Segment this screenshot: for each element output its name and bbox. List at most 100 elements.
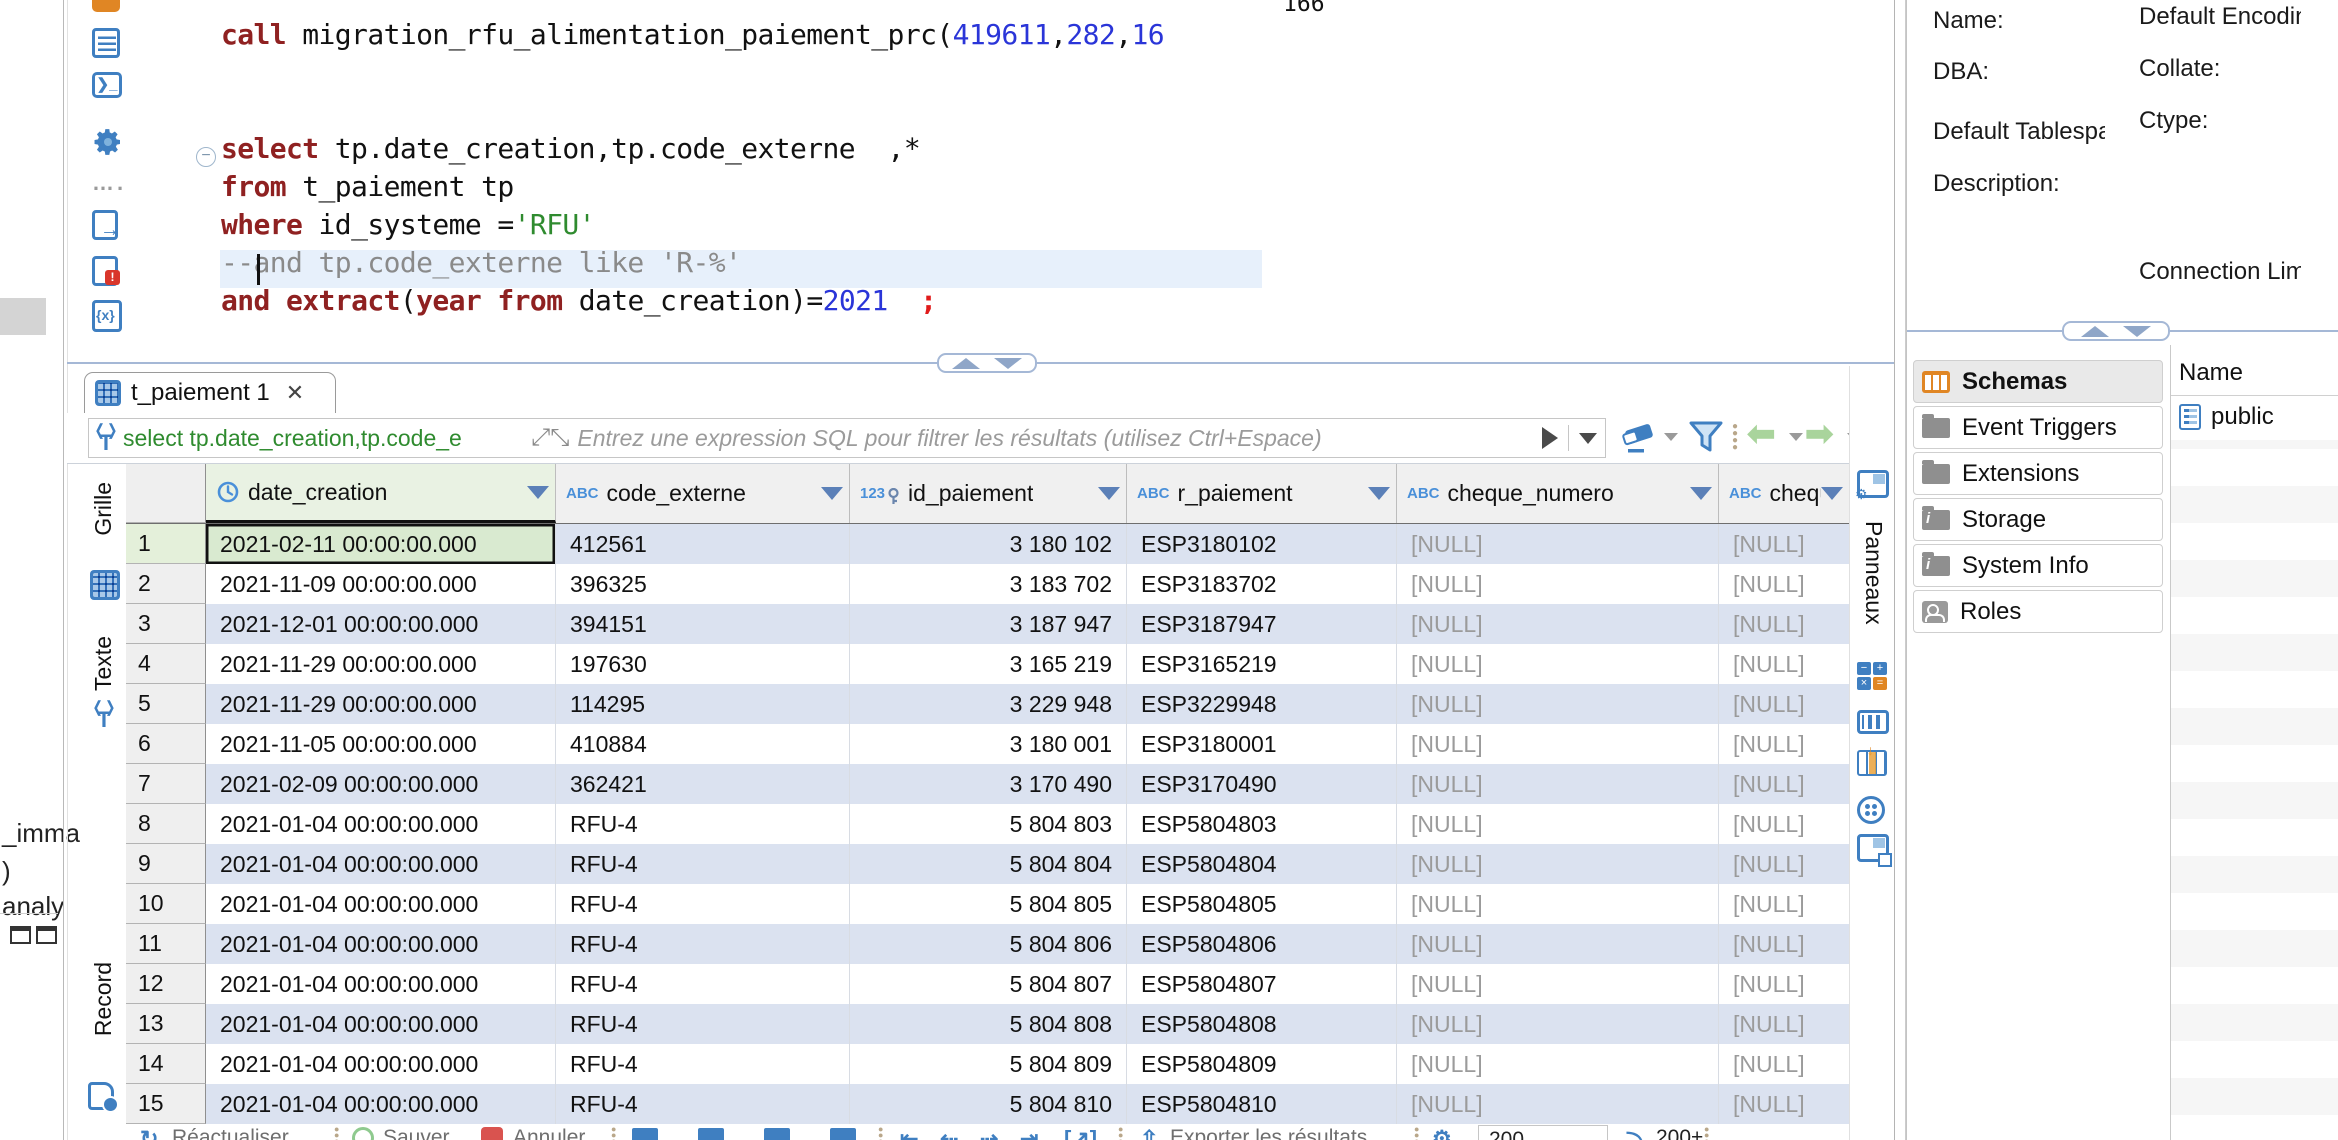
grid-cell[interactable]: RFU-4 xyxy=(556,1044,850,1084)
grid-cell[interactable]: ESP5804809 xyxy=(1127,1044,1397,1084)
grid-cell[interactable]: ESP3229948 xyxy=(1127,684,1397,724)
window-icon[interactable] xyxy=(10,926,31,944)
table-row[interactable]: 112021-01-04 00:00:00.000RFU-45 804 806E… xyxy=(126,924,1850,964)
grid-cell[interactable]: ESP3180102 xyxy=(1127,524,1397,564)
grouping-panel-icon[interactable]: ↓ xyxy=(1857,750,1889,780)
code-line[interactable]: --and tp.code_externe like 'R-%' xyxy=(221,244,1262,282)
grid-cell[interactable]: [NULL] xyxy=(1719,1004,1850,1044)
tab-texte[interactable]: Texte xyxy=(90,636,117,691)
grid-cell[interactable]: [NULL] xyxy=(1397,1084,1719,1124)
table-row[interactable]: 42021-11-29 00:00:00.0001976303 165 219E… xyxy=(126,644,1850,684)
collapse-up-icon[interactable] xyxy=(952,358,980,369)
grid-cell[interactable]: 5 804 807 xyxy=(850,964,1127,1004)
grid-cell[interactable]: [NULL] xyxy=(1397,564,1719,604)
grid-cell[interactable]: [NULL] xyxy=(1397,804,1719,844)
grid-cell[interactable]: ESP3170490 xyxy=(1127,764,1397,804)
filter-input-box[interactable]: ❬❭T select tp.date_creation,tp.code_e ⤢⤡… xyxy=(88,418,1606,458)
code-line[interactable]: select tp.date_creation,tp.code_externe … xyxy=(221,130,1262,168)
row-number[interactable]: 6 xyxy=(126,724,206,764)
grid-cell[interactable]: [NULL] xyxy=(1397,724,1719,764)
column-header-code_externe[interactable]: ABCcode_externe xyxy=(556,464,850,523)
grid-cell[interactable]: RFU-4 xyxy=(556,804,850,844)
row-number[interactable]: 15 xyxy=(126,1084,206,1124)
object-item-storage[interactable]: Storage xyxy=(1913,498,2163,541)
grid-cell[interactable]: 2021-12-01 00:00:00.000 xyxy=(206,604,556,644)
table-row[interactable]: 52021-11-29 00:00:00.0001142953 229 948E… xyxy=(126,684,1850,724)
panels-toggle-icon[interactable]: ⚙ xyxy=(1857,470,1889,500)
value-viewer-panel-icon[interactable] xyxy=(1857,710,1889,740)
grid-cell[interactable]: 2021-01-04 00:00:00.000 xyxy=(206,804,556,844)
grid-cell[interactable]: ESP5804804 xyxy=(1127,844,1397,884)
grid-cell[interactable]: 2021-11-09 00:00:00.000 xyxy=(206,564,556,604)
code-line[interactable]: call migration_rfu_alimentation_paiement… xyxy=(221,16,1262,54)
document-xml-icon[interactable]: {x} xyxy=(92,300,122,330)
refresh-label[interactable]: Réactualiser xyxy=(172,1126,289,1140)
grid-cell[interactable]: RFU-4 xyxy=(556,1084,850,1124)
table-row[interactable]: 102021-01-04 00:00:00.000RFU-45 804 805E… xyxy=(126,884,1850,924)
table-row[interactable]: 132021-01-04 00:00:00.000RFU-45 804 808E… xyxy=(126,1004,1850,1044)
grid-cell[interactable]: 5 804 804 xyxy=(850,844,1127,884)
fetch-size-input[interactable] xyxy=(1478,1125,1608,1140)
grid-cell[interactable]: 2021-11-29 00:00:00.000 xyxy=(206,684,556,724)
row-number[interactable]: 11 xyxy=(126,924,206,964)
settings-gear-icon[interactable]: ⚙ xyxy=(1432,1126,1452,1140)
grid-cell[interactable]: 2021-01-04 00:00:00.000 xyxy=(206,1044,556,1084)
grid-cell[interactable]: RFU-4 xyxy=(556,924,850,964)
execute-script-icon[interactable] xyxy=(92,28,122,58)
explain-plan-gear-icon[interactable] xyxy=(92,126,122,156)
sort-dropdown-icon[interactable] xyxy=(527,486,549,499)
references-panel-icon[interactable] xyxy=(1857,834,1889,864)
table-row[interactable]: 32021-12-01 00:00:00.0003941513 187 947E… xyxy=(126,604,1850,644)
grid-cell[interactable]: ESP3187947 xyxy=(1127,604,1397,644)
grid-cell[interactable]: [NULL] xyxy=(1719,1084,1850,1124)
grid-cell[interactable]: ESP5804805 xyxy=(1127,884,1397,924)
grid-cell[interactable]: [NULL] xyxy=(1397,844,1719,884)
row-number[interactable]: 2 xyxy=(126,564,206,604)
grid-cell[interactable]: 5 804 803 xyxy=(850,804,1127,844)
grid-cell[interactable]: [NULL] xyxy=(1719,884,1850,924)
row-number[interactable]: 9 xyxy=(126,844,206,884)
code-line[interactable]: from t_paiement tp xyxy=(221,168,1262,206)
properties-splitter-handle[interactable] xyxy=(2062,321,2170,341)
grid-cell[interactable]: 2021-01-04 00:00:00.000 xyxy=(206,1084,556,1124)
last-page-icon[interactable]: ⇥ xyxy=(1020,1126,1038,1140)
cancel-icon[interactable] xyxy=(481,1127,503,1140)
texte-icon[interactable]: ❬❭T xyxy=(86,702,122,729)
execute-statement-icon[interactable] xyxy=(92,0,122,12)
schema-row-public[interactable]: public xyxy=(2179,403,2274,431)
grid-cell[interactable]: 5 804 808 xyxy=(850,1004,1127,1044)
grid-cell[interactable]: ESP5804803 xyxy=(1127,804,1397,844)
export-result-icon[interactable]: → xyxy=(92,210,122,240)
grid-cell[interactable]: [NULL] xyxy=(1397,924,1719,964)
grid-cell[interactable]: RFU-4 xyxy=(556,884,850,924)
grid-cell[interactable]: 412561 xyxy=(556,524,850,564)
grid-cell[interactable]: 3 180 102 xyxy=(850,524,1127,564)
object-item-extensions[interactable]: Extensions xyxy=(1913,452,2163,495)
grid-cell[interactable]: [NULL] xyxy=(1719,964,1850,1004)
cancel-label[interactable]: Annuler xyxy=(513,1126,585,1140)
grid-cell[interactable]: [NULL] xyxy=(1397,764,1719,804)
grid-cell[interactable]: [NULL] xyxy=(1719,564,1850,604)
row-number[interactable]: 13 xyxy=(126,1004,206,1044)
grille-grid-icon[interactable] xyxy=(90,570,120,600)
document-error-icon[interactable]: ! xyxy=(92,256,122,286)
grid-cell[interactable]: 362421 xyxy=(556,764,850,804)
eraser-dropdown-icon[interactable] xyxy=(1664,433,1678,441)
row-number[interactable]: 8 xyxy=(126,804,206,844)
grid-cell[interactable]: RFU-4 xyxy=(556,1004,850,1044)
tab-grille[interactable]: Grille xyxy=(90,482,117,536)
column-header-date_creation[interactable]: date_creation xyxy=(206,464,556,523)
grid-cell[interactable]: [NULL] xyxy=(1397,884,1719,924)
grid-cell[interactable]: [NULL] xyxy=(1719,684,1850,724)
grid-cell[interactable]: [NULL] xyxy=(1719,524,1850,564)
grid-cell[interactable]: 3 180 001 xyxy=(850,724,1127,764)
row-number[interactable]: 5 xyxy=(126,684,206,724)
row-number[interactable]: 10 xyxy=(126,884,206,924)
grid-cell[interactable]: [NULL] xyxy=(1719,924,1850,964)
column-header-chequ[interactable]: ABCchequ xyxy=(1719,464,1850,523)
grid-cell[interactable]: 3 229 948 xyxy=(850,684,1127,724)
export-label[interactable]: Exporter les résultats xyxy=(1170,1126,1367,1140)
table-row[interactable]: 82021-01-04 00:00:00.000RFU-45 804 803ES… xyxy=(126,804,1850,844)
grid-cell[interactable]: 5 804 810 xyxy=(850,1084,1127,1124)
save-icon[interactable] xyxy=(352,1127,374,1140)
